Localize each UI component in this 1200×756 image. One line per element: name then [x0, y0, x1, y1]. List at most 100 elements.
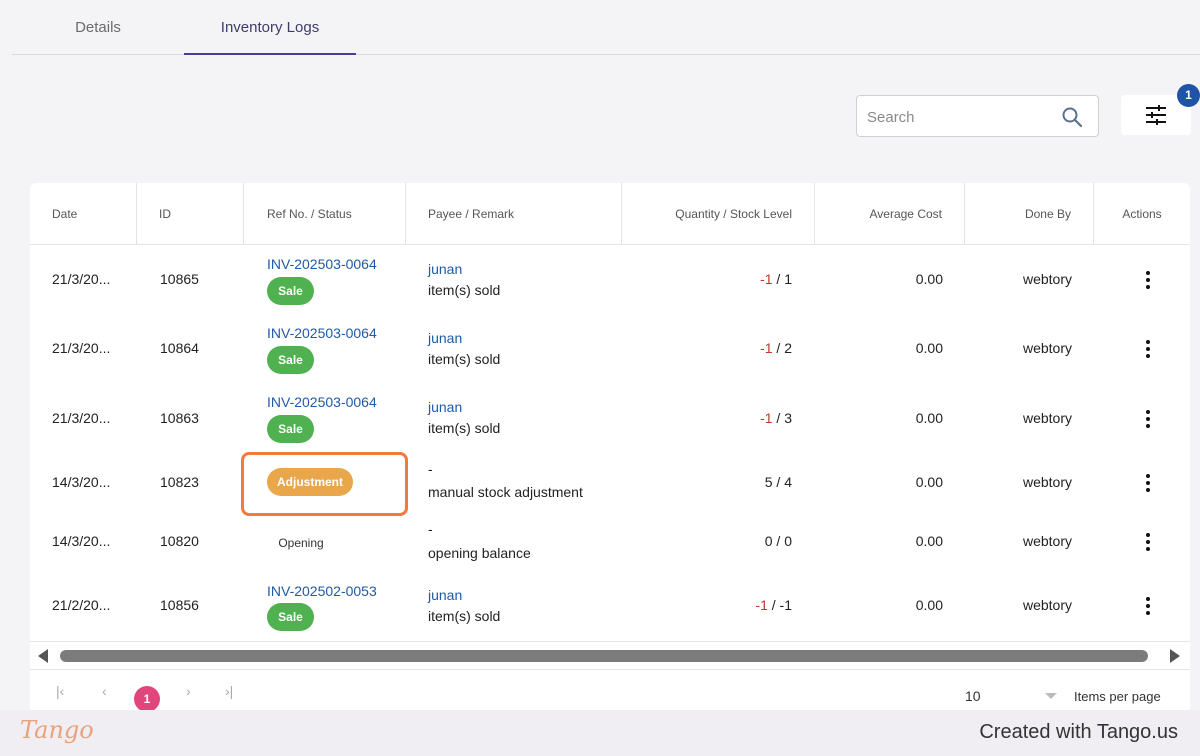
table-row[interactable]: 21/3/20... 10865 INV-202503-0064 Sale ju…: [30, 245, 1190, 314]
tab-details[interactable]: Details: [24, 0, 172, 55]
cell-remark: manual stock adjustment: [428, 484, 583, 500]
kebab-menu-icon[interactable]: [1146, 410, 1150, 428]
payee-link[interactable]: junan: [428, 587, 462, 603]
cell-id: 10856: [160, 597, 199, 613]
col-payee-remark[interactable]: Payee / Remark: [406, 183, 622, 245]
ref-link[interactable]: INV-202503-0064: [267, 325, 377, 341]
cell-done-by: webtory: [1022, 271, 1072, 287]
tango-logo: Tango: [20, 716, 94, 744]
kebab-menu-icon[interactable]: [1146, 340, 1150, 358]
col-quantity-stock[interactable]: Quantity / Stock Level: [622, 183, 815, 245]
payee-link[interactable]: junan: [428, 330, 462, 346]
cell-date: 14/3/20...: [52, 474, 111, 490]
cell-remark: item(s) sold: [428, 282, 501, 298]
page-number-current[interactable]: 1: [134, 686, 160, 712]
col-done-by[interactable]: Done By: [965, 183, 1094, 245]
cell-average-cost: 0.00: [915, 271, 943, 287]
stock-level: 2: [784, 340, 792, 356]
cell-average-cost: 0.00: [915, 597, 943, 613]
chevron-down-icon[interactable]: [1045, 693, 1057, 699]
table-row[interactable]: 21/3/20... 10864 INV-202503-0064 Sale ju…: [30, 314, 1190, 383]
cell-id: 10863: [160, 410, 199, 426]
col-actions: Actions: [1122, 207, 1162, 221]
cell-id: 10820: [160, 533, 199, 549]
status-badge: Opening: [278, 536, 324, 550]
filter-count-badge: 1: [1177, 84, 1200, 107]
cell-id: 10865: [160, 271, 199, 287]
qty-change: -1: [760, 271, 773, 287]
tango-footer: Tango Created with Tango.us: [0, 710, 1200, 756]
inventory-logs-table: Date ID Ref No. / Status Payee / Remark …: [30, 183, 1190, 713]
search-input[interactable]: [867, 106, 1047, 128]
cell-id: 10823: [160, 474, 199, 490]
status-badge: Sale: [267, 415, 314, 443]
cell-remark: item(s) sold: [428, 351, 501, 367]
col-date[interactable]: Date: [30, 183, 137, 245]
stock-level: 1: [784, 271, 792, 287]
ref-link[interactable]: INV-202503-0064: [267, 256, 377, 272]
kebab-menu-icon[interactable]: [1146, 474, 1150, 492]
cell-id: 10864: [160, 340, 199, 356]
cell-quantity: -1 / 3: [760, 410, 792, 426]
tab-bar: Details Inventory Logs: [12, 0, 1200, 55]
qty-change: 0: [764, 533, 773, 549]
cell-quantity: -1 / -1: [755, 597, 792, 613]
cell-payee: -: [428, 461, 433, 477]
cell-quantity: -1 / 1: [760, 271, 792, 287]
col-ref-status[interactable]: Ref No. / Status: [244, 183, 406, 245]
cell-done-by: webtory: [1022, 474, 1072, 490]
stock-level: 4: [784, 474, 792, 490]
col-id[interactable]: ID: [137, 183, 244, 245]
first-page-icon[interactable]: |‹: [56, 683, 64, 699]
status-badge: Sale: [267, 346, 314, 374]
horizontal-scrollbar[interactable]: [30, 641, 1190, 669]
cell-average-cost: 0.00: [915, 340, 943, 356]
status-badge: Sale: [267, 277, 314, 305]
prev-page-icon[interactable]: ‹: [102, 683, 107, 699]
cell-done-by: webtory: [1022, 410, 1072, 426]
cell-average-cost: 0.00: [915, 410, 943, 426]
annotation-highlight: [241, 452, 408, 516]
status-badge: Sale: [267, 603, 314, 631]
scrollbar-thumb[interactable]: [60, 650, 1148, 662]
payee-link[interactable]: junan: [428, 261, 462, 277]
table-row[interactable]: 14/3/20... 10823 Adjustment - manual sto…: [30, 452, 1190, 521]
next-page-icon[interactable]: ›: [186, 683, 191, 699]
ref-link[interactable]: INV-202502-0053: [267, 583, 377, 599]
payee-link[interactable]: junan: [428, 399, 462, 415]
kebab-menu-icon[interactable]: [1146, 597, 1150, 615]
kebab-menu-icon[interactable]: [1146, 533, 1150, 551]
search-box: [856, 95, 1099, 137]
col-average-cost[interactable]: Average Cost: [815, 183, 965, 245]
search-icon[interactable]: [1060, 105, 1084, 129]
qty-change: -1: [755, 597, 768, 613]
stock-level: 0: [784, 533, 792, 549]
table-row[interactable]: 21/3/20... 10863 INV-202503-0064 Sale ju…: [30, 383, 1190, 452]
stock-level: -1: [779, 597, 792, 613]
cell-date: 21/2/20...: [52, 597, 111, 613]
cell-date: 21/3/20...: [52, 410, 111, 426]
cell-payee: -: [428, 521, 433, 537]
qty-change: 5: [764, 474, 773, 490]
cell-remark: item(s) sold: [428, 608, 501, 624]
scroll-left-icon[interactable]: [38, 649, 48, 663]
cell-date: 21/3/20...: [52, 340, 111, 356]
table-header: Date ID Ref No. / Status Payee / Remark …: [30, 183, 1190, 245]
tab-inventory-logs[interactable]: Inventory Logs: [184, 0, 356, 55]
created-with-credit: Created with Tango.us: [979, 721, 1178, 743]
items-per-page-select[interactable]: 10: [965, 688, 981, 704]
cell-quantity: 5 / 4: [764, 474, 792, 490]
last-page-icon[interactable]: ›|: [225, 683, 233, 699]
items-per-page-label: Items per page: [1074, 689, 1161, 704]
cell-quantity: -1 / 2: [760, 340, 792, 356]
sliders-icon: [1146, 105, 1166, 125]
cell-quantity: 0 / 0: [764, 533, 792, 549]
pagination: |‹ ‹ 1 › ›| 10 Items per page: [30, 669, 1190, 713]
cell-remark: item(s) sold: [428, 420, 501, 436]
kebab-menu-icon[interactable]: [1146, 271, 1150, 289]
cell-average-cost: 0.00: [915, 533, 943, 549]
table-row[interactable]: 21/2/20... 10856 INV-202502-0053 Sale ju…: [30, 573, 1190, 642]
scroll-right-icon[interactable]: [1170, 649, 1180, 663]
ref-link[interactable]: INV-202503-0064: [267, 394, 377, 410]
cell-average-cost: 0.00: [915, 474, 943, 490]
